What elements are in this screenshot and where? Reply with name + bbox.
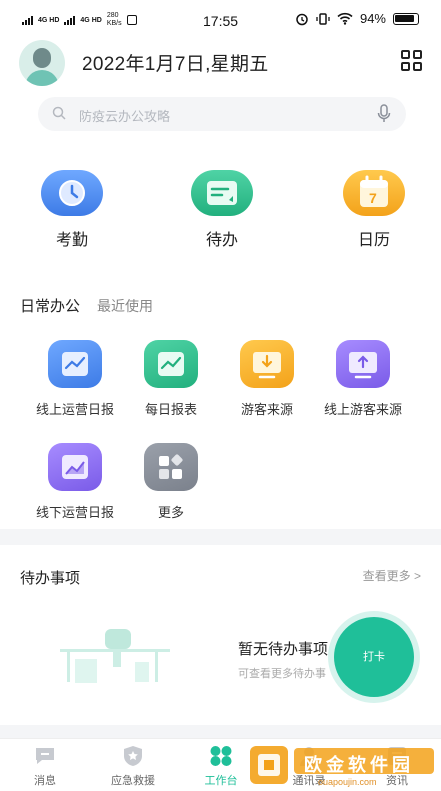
line-chart-icon: [144, 340, 198, 388]
app-label: 线上游客来源: [323, 402, 402, 417]
empty-todo-title: 暂无待办事项: [238, 641, 329, 658]
shield-star-icon: [121, 745, 145, 767]
search-placeholder: 防疫云办公攻略: [79, 109, 171, 124]
upload-screen-icon: [336, 340, 390, 388]
message-icon: [33, 745, 57, 767]
clock-icon: [41, 170, 103, 216]
download-screen-icon: [240, 340, 294, 388]
watermark-text: 欧金软件园: [304, 755, 414, 775]
apps-grid-icon[interactable]: [401, 50, 423, 72]
status-right: 94%: [295, 11, 419, 26]
daily-office-section: 日常办公 最近使用 线上运营日报 每日报表 游客来源 线上游客来源 线下运营日报: [0, 279, 441, 529]
todo-section: 待办事项 查看更多 > 暂无待办事项 可查看更多待办事 打卡: [0, 545, 441, 725]
quick-action-calendar[interactable]: 7 日历: [329, 170, 419, 250]
battery-percent: 94%: [359, 11, 386, 26]
app-label: 线下运营日报: [35, 505, 114, 520]
quick-action-attendance[interactable]: 考勤: [27, 170, 117, 250]
status-left: 4G HD 4G HD 280 KB/s: [22, 12, 137, 28]
app-visitor-source[interactable]: 游客来源: [217, 340, 317, 418]
vibrate-icon: [316, 12, 330, 25]
status-time: 17:55: [203, 13, 239, 29]
section-title: 待办事项: [20, 570, 81, 587]
workbench-icon: [209, 745, 233, 767]
status-bar: 4G HD 4G HD 280 KB/s 17:55 94%: [0, 0, 441, 34]
watermark-logo: 欧金软件园 ouapoujin.com: [248, 742, 438, 790]
more-apps-icon: [144, 443, 198, 491]
app-online-ops-report[interactable]: 线上运营日报: [25, 340, 125, 418]
todo-card-icon: [191, 170, 253, 216]
app-more[interactable]: 更多: [121, 443, 221, 521]
tab-label: 消息: [34, 775, 56, 787]
app-offline-ops-report[interactable]: 线下运营日报: [25, 443, 125, 521]
area-chart-icon: [48, 443, 102, 491]
empty-todo-subtitle: 可查看更多待办事: [238, 668, 326, 680]
empty-todo-illustration: [60, 629, 170, 683]
calendar-day-badge: 7: [369, 190, 377, 206]
network-speed-unit: KB/s: [106, 20, 122, 27]
watermark-sub: ouapoujin.com: [318, 777, 377, 787]
app-online-visitor-source[interactable]: 线上游客来源: [313, 340, 413, 418]
app-label: 更多: [157, 505, 184, 520]
battery-icon: [393, 12, 419, 25]
nfc-icon: [126, 15, 137, 25]
app-daily-report[interactable]: 每日报表: [121, 340, 221, 418]
tab-emergency-rescue[interactable]: 应急救援: [93, 745, 173, 788]
quick-action-label: 考勤: [55, 232, 88, 249]
alarm-icon: [296, 13, 308, 25]
view-more-link[interactable]: 查看更多 >: [363, 567, 421, 584]
tab-messages[interactable]: 消息: [5, 745, 85, 788]
signal-icon-2: [64, 15, 76, 25]
wifi-icon: [337, 12, 353, 25]
calendar-icon: 7: [343, 170, 405, 216]
network-speed-value: 280: [106, 12, 119, 19]
microphone-icon[interactable]: [376, 104, 392, 124]
app-label: 线上运营日报: [35, 402, 114, 417]
network-label-1: 4G HD: [38, 16, 60, 24]
quick-action-label: 待办: [205, 232, 238, 249]
avatar[interactable]: [19, 40, 65, 86]
section-title: 日常办公: [20, 298, 81, 315]
header: 2022年1月7日,星期五 防疫云办公攻略 考勤 待办 7 日历: [0, 34, 441, 284]
app-label: 游客来源: [240, 402, 293, 417]
recently-used-tab[interactable]: 最近使用: [97, 296, 153, 316]
date-title: 2022年1月7日,星期五: [82, 54, 269, 75]
search-icon: [52, 106, 66, 120]
quick-action-todo[interactable]: 待办: [177, 170, 267, 250]
search-bar[interactable]: 防疫云办公攻略: [38, 97, 406, 131]
app-label: 每日报表: [144, 402, 197, 417]
tab-label: 应急救援: [111, 775, 155, 787]
chart-report-icon: [48, 340, 102, 388]
punch-in-button[interactable]: 打卡: [334, 617, 414, 697]
quick-action-label: 日历: [357, 232, 390, 249]
network-label-2: 4G HD: [80, 16, 102, 24]
signal-icon: [22, 15, 33, 25]
